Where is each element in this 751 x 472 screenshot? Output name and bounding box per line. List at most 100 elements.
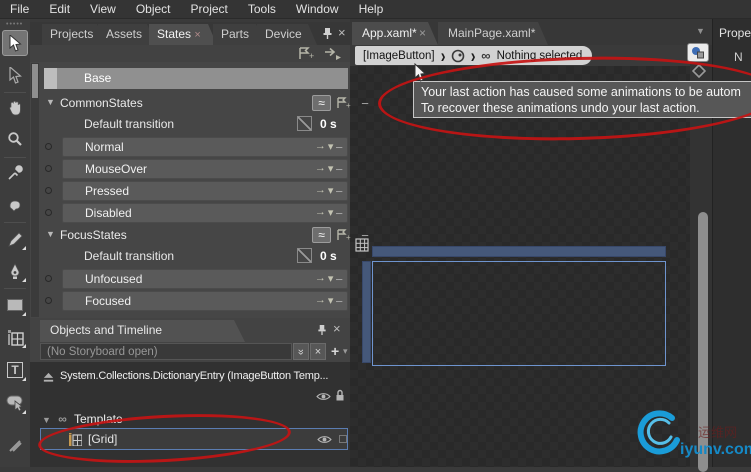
caret-down-icon[interactable]: ▾: [328, 272, 334, 287]
selection-tool-icon[interactable]: [2, 30, 28, 56]
add-transition-icon[interactable]: →: [315, 294, 326, 309]
layout-grid-tool-icon[interactable]: [2, 324, 28, 350]
transition-duration-icon[interactable]: [297, 116, 312, 131]
tab-mainpage-xaml[interactable]: MainPage.xaml*: [438, 22, 548, 45]
objects-timeline-tab[interactable]: Objects and Timeline: [40, 320, 245, 342]
tab-app-xaml[interactable]: App.xaml*×: [352, 22, 438, 45]
remove-state-icon[interactable]: −: [335, 184, 343, 199]
remove-group-icon[interactable]: −: [356, 228, 374, 242]
collapse-arrow-icon[interactable]: ▼: [42, 415, 51, 425]
add-state-group-icon[interactable]: +: [298, 47, 316, 60]
group-focusstates[interactable]: ▼ FocusStates ≈ + −: [44, 227, 348, 244]
state-marker-icon[interactable]: [45, 165, 52, 172]
storyboard-options-icon[interactable]: ▾: [343, 346, 348, 357]
eject-icon[interactable]: [42, 371, 55, 383]
state-marker-icon[interactable]: [45, 297, 52, 304]
group-commonstates[interactable]: ▼ CommonStates ≈ + −: [44, 95, 348, 112]
rectangle-tool-icon[interactable]: [2, 292, 28, 318]
add-state-to-group-icon[interactable]: +: [335, 96, 353, 110]
controls-tool-icon[interactable]: [2, 390, 28, 416]
state-marker-icon[interactable]: [45, 187, 52, 194]
storyboard-close-icon[interactable]: ×: [310, 343, 326, 360]
grid-column-ruler[interactable]: [372, 246, 666, 257]
remove-group-icon[interactable]: −: [356, 96, 374, 110]
add-transition-icon[interactable]: →: [315, 206, 326, 221]
state-marker-icon[interactable]: [45, 209, 52, 216]
collapse-arrow-icon[interactable]: ▼: [46, 97, 55, 107]
states-scrollbar[interactable]: [31, 63, 39, 317]
pin-icon[interactable]: [322, 27, 333, 40]
state-row-normal[interactable]: Normal →▾−: [62, 137, 348, 157]
caret-down-icon[interactable]: ▾: [328, 294, 334, 309]
collapse-arrow-icon[interactable]: ▼: [46, 229, 55, 239]
state-row-focused[interactable]: Focused →▾−: [62, 291, 348, 311]
menu-help[interactable]: Help: [349, 0, 394, 19]
add-state-icon[interactable]: [324, 47, 344, 60]
transition-duration-icon[interactable]: [297, 248, 312, 263]
breadcrumb-object-icon[interactable]: [451, 49, 465, 63]
menu-object[interactable]: Object: [126, 0, 181, 19]
state-row-pressed[interactable]: Pressed →▾−: [62, 181, 348, 201]
lock-icon[interactable]: [335, 389, 345, 402]
tab-close-icon[interactable]: ×: [419, 22, 426, 45]
eyedropper-tool-icon[interactable]: [2, 160, 28, 186]
tab-list-dropdown-icon[interactable]: ▼: [696, 26, 705, 36]
caret-down-icon[interactable]: ▾: [328, 162, 334, 177]
remove-state-icon[interactable]: −: [335, 206, 343, 221]
tab-states-close-icon[interactable]: ×: [194, 29, 200, 41]
tab-assets[interactable]: Assets: [98, 24, 156, 45]
lock-checkbox[interactable]: [339, 435, 347, 443]
state-marker-icon[interactable]: [45, 143, 52, 150]
tab-projects[interactable]: Projects: [42, 24, 106, 45]
menu-window[interactable]: Window: [286, 0, 349, 19]
visibility-eye-icon[interactable]: [317, 435, 332, 444]
tab-device[interactable]: Device: [257, 24, 317, 45]
menu-project[interactable]: Project: [181, 0, 238, 19]
transition-preview-icon[interactable]: ≈: [312, 95, 331, 111]
new-storyboard-icon[interactable]: +: [331, 343, 339, 359]
transition-preview-icon[interactable]: ≈: [312, 227, 331, 243]
add-state-to-group-icon[interactable]: +: [335, 228, 353, 242]
add-transition-icon[interactable]: →: [315, 162, 326, 177]
state-row-disabled[interactable]: Disabled →▾−: [62, 203, 348, 223]
direct-selection-tool-icon[interactable]: [2, 62, 28, 88]
caret-down-icon[interactable]: ▾: [328, 140, 334, 155]
storyboard-combobox[interactable]: (No Storyboard open): [40, 343, 292, 360]
pen-tool-icon[interactable]: [2, 258, 28, 284]
caret-down-icon[interactable]: ▾: [328, 206, 334, 221]
add-transition-icon[interactable]: →: [315, 140, 326, 155]
paint-bucket-tool-icon[interactable]: [2, 192, 28, 218]
add-transition-icon[interactable]: →: [315, 272, 326, 287]
tab-states[interactable]: States ×: [149, 24, 217, 45]
grid-design-element[interactable]: [372, 261, 666, 366]
breadcrumb-root[interactable]: [ImageButton]: [363, 50, 435, 62]
menu-view[interactable]: View: [80, 0, 126, 19]
add-transition-icon[interactable]: →: [315, 184, 326, 199]
visibility-eye-icon[interactable]: [316, 392, 331, 401]
toolbox-grip[interactable]: •••••: [6, 21, 23, 28]
tree-root-item[interactable]: System.Collections.DictionaryEntry (Imag…: [60, 370, 360, 382]
remove-state-icon[interactable]: −: [335, 272, 343, 287]
pin-icon[interactable]: [317, 324, 327, 336]
menu-tools[interactable]: Tools: [238, 0, 286, 19]
zoom-tool-icon[interactable]: [2, 126, 28, 152]
remove-state-icon[interactable]: −: [335, 140, 343, 155]
state-base[interactable]: Base: [44, 68, 348, 89]
state-marker-icon[interactable]: [45, 275, 52, 282]
pan-tool-icon[interactable]: [2, 95, 28, 121]
text-tool-icon[interactable]: T: [2, 357, 28, 383]
pencil-tool-icon[interactable]: [2, 226, 28, 252]
remove-state-icon[interactable]: −: [335, 162, 343, 177]
states-scrollbar-thumb[interactable]: [32, 64, 38, 98]
menu-edit[interactable]: Edit: [39, 0, 80, 19]
camera-orbit-tool-icon[interactable]: [2, 432, 28, 458]
snapshot-button[interactable]: [687, 43, 709, 62]
state-row-unfocused[interactable]: Unfocused →▾−: [62, 269, 348, 289]
caret-down-icon[interactable]: ▾: [328, 184, 334, 199]
panel-close-icon[interactable]: ×: [338, 25, 346, 40]
menu-file[interactable]: File: [0, 0, 39, 19]
remove-state-icon[interactable]: −: [335, 294, 343, 309]
state-row-mouseover[interactable]: MouseOver →▾−: [62, 159, 348, 179]
objects-close-icon[interactable]: ×: [333, 321, 341, 336]
grid-row-ruler[interactable]: [362, 261, 371, 363]
